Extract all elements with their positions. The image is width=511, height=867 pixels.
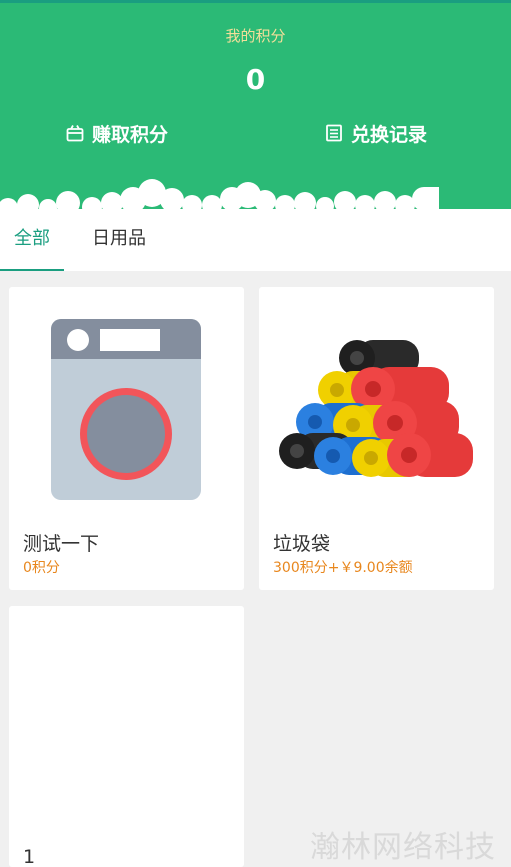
clouds-decoration <box>0 179 439 209</box>
exchange-record-button[interactable]: 兑换记录 <box>325 119 427 147</box>
earn-points-button[interactable]: 赚取积分 <box>66 119 168 147</box>
list-icon <box>326 124 342 142</box>
points-value: 0 <box>245 63 266 96</box>
exchange-record-label: 兑换记录 <box>351 123 428 146</box>
product-card[interactable]: 测试一下 0积分 <box>9 287 244 590</box>
product-name: 垃圾袋 <box>273 533 331 555</box>
gift-icon <box>66 125 84 142</box>
points-label: 我的积分 <box>225 27 286 45</box>
product-name: 1 <box>23 846 36 867</box>
garbage-bags-image <box>279 340 473 477</box>
product-card[interactable]: 1 <box>9 606 244 867</box>
product-name: 测试一下 <box>23 533 100 555</box>
product-price: 300积分+￥9.00余额 <box>273 560 413 576</box>
watermark: 瀚林网络科技 <box>310 830 496 865</box>
tab-daily-goods[interactable]: 日用品 <box>88 209 150 271</box>
product-price: 0积分 <box>23 560 60 576</box>
earn-points-label: 赚取积分 <box>92 123 169 146</box>
washing-machine-icon <box>51 319 201 500</box>
tab-all[interactable]: 全部 <box>0 209 64 271</box>
points-header: 我的积分 0 赚取积分 兑换记录 <box>0 3 511 209</box>
category-tabs: 全部 日用品 <box>0 209 511 271</box>
product-card[interactable]: 垃圾袋 300积分+￥9.00余额 <box>259 287 494 590</box>
